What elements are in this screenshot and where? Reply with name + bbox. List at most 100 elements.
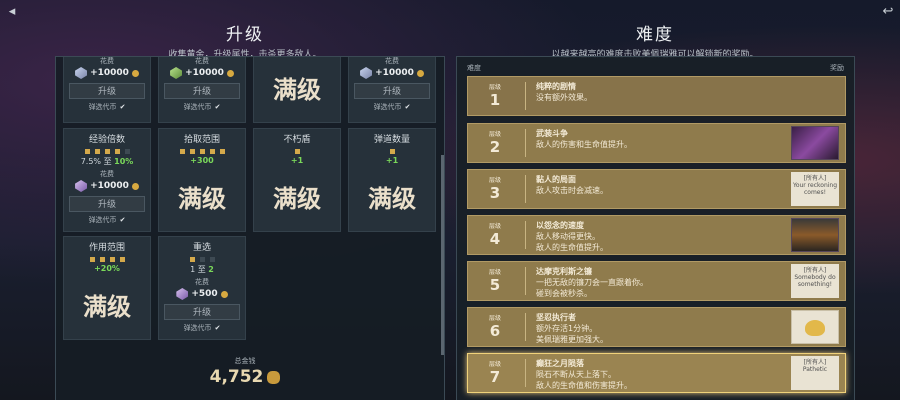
gem-icon	[170, 67, 183, 79]
difficulty-column-header: 难度	[467, 64, 481, 72]
maxed-label: 满级	[83, 293, 131, 321]
card-title: 拾取范围	[183, 135, 220, 145]
cost-label: 花费	[195, 278, 209, 286]
upgrade-card-area-of-effect: 作用范围 +20% 满级	[63, 236, 151, 340]
tier-description: 一把无敌的镰刀会一直跟着你。 碰到会被秒杀。	[536, 278, 648, 298]
maxed-label: 满级	[368, 185, 416, 213]
stat-gain: +1	[290, 156, 304, 165]
reward-column-header: 奖励	[830, 64, 844, 72]
level-pips	[159, 257, 245, 262]
difficulty-tier-5[interactable]: 层级 5 达摩克利斯之镰 一把无敌的镰刀会一直跟着你。 碰到会被秒杀。 [所有人] …	[467, 261, 846, 301]
difficulty-tier-4[interactable]: 层级 4 以怨念的速度 敌人移动得更快。 敌人的生命值提升。	[467, 215, 846, 255]
upgrade-card-reroll: 重选 1 至 2 花费 +500 升级 弹选代币 ✔	[158, 236, 246, 340]
cost-label: 花费	[100, 170, 114, 178]
stat-gain: +300	[190, 156, 214, 165]
upgrade-button[interactable]: 升级	[69, 196, 145, 212]
upgrade-title: 升级	[226, 25, 264, 45]
check-icon: ✔	[214, 103, 221, 111]
cost-value: +10000	[185, 68, 224, 78]
cost-value: +10000	[375, 68, 414, 78]
level-to: 10%	[114, 157, 134, 166]
voice-line-reward: [所有人] Pathetic	[791, 356, 839, 390]
tier-name: 坚忍执行者	[536, 313, 576, 322]
difficulty-tier-3[interactable]: 层级 3 黏人的局面 敌人攻击时会减速。 [所有人] Your reckoning …	[467, 169, 846, 209]
hero-portrait-reward	[791, 126, 839, 160]
tier-label: 层级	[488, 269, 501, 276]
coin-icon	[226, 69, 234, 77]
tier-description: 没有额外效果。	[536, 93, 592, 102]
maxed-label: 满级	[273, 76, 321, 104]
hero-model-reward	[791, 218, 839, 252]
cost-label: 花费	[100, 57, 114, 65]
token-checkbox-label: 弹选代币	[373, 103, 402, 111]
return-icon[interactable]: ↩	[880, 4, 896, 20]
tier-description: 陨石不断从天上落下。 敌人的生命值和伤害提升。	[536, 370, 632, 390]
level-pips	[64, 149, 150, 154]
tier-name: 黏人的局面	[536, 175, 576, 184]
cost-label: 花费	[385, 57, 399, 65]
difficulty-title: 难度	[636, 25, 674, 45]
cost: +500	[159, 288, 245, 300]
card-title: 经验倍数	[88, 135, 125, 145]
tier-number: 1	[489, 91, 501, 109]
coin-icon	[131, 182, 139, 190]
upgrade-panel: 花费 +10000 升级 弹选代币 ✔ 花费 +10000 升级 弹选代币 ✔ 满级…	[55, 56, 445, 400]
card-title: 弹道数量	[373, 135, 410, 145]
duck-emoticon-icon	[805, 320, 825, 336]
upgrade-card-exp-multiplier: 经验倍数 7.5% 至 10% 花费 +10000 升级 弹选代币 ✔	[63, 128, 151, 232]
back-icon[interactable]: ◂	[4, 4, 20, 20]
voice-line-reward: [所有人] Your reckoning comes!	[791, 172, 839, 206]
token-checkbox[interactable]: 弹选代币 ✔	[159, 102, 245, 112]
maxed-label: 满级	[178, 185, 226, 213]
check-icon: ✔	[214, 324, 221, 332]
tier-number: 7	[489, 368, 501, 386]
gold-bag-icon	[267, 370, 281, 384]
check-icon: ✔	[119, 103, 126, 111]
tier-label: 层级	[488, 223, 501, 230]
scrollbar[interactable]	[441, 155, 444, 355]
tier-description: 额外存活1分钟。 美佩瑞雅更加强大。	[536, 324, 608, 344]
cost-label: 花费	[195, 57, 209, 65]
difficulty-tier-7[interactable]: 层级 7 癫狂之月陨落 陨石不断从天上落下。 敌人的生命值和伤害提升。 [所有人] …	[467, 353, 846, 393]
token-checkbox[interactable]: 弹选代币 ✔	[64, 102, 150, 112]
upgrade-button[interactable]: 升级	[164, 83, 240, 99]
cost-value: +10000	[90, 68, 129, 78]
token-checkbox[interactable]: 弹选代币 ✔	[349, 102, 435, 112]
total-gold-label: 总金钱	[234, 357, 256, 365]
cost: +10000	[349, 67, 435, 79]
difficulty-tier-2[interactable]: 层级 2 武装斗争 敌人的伤害和生命值提升。	[467, 123, 846, 163]
level-pips	[254, 149, 340, 154]
token-checkbox[interactable]: 弹选代币 ✔	[64, 215, 150, 225]
coin-icon	[416, 69, 424, 77]
upgrade-button[interactable]: 升级	[69, 83, 145, 99]
card-title: 重选	[192, 243, 211, 253]
upgrade-button[interactable]: 升级	[164, 304, 240, 320]
upgrade-button[interactable]: 升级	[354, 83, 430, 99]
emoticon-reward	[791, 310, 839, 344]
tier-label: 层级	[488, 177, 501, 184]
card-title: 作用范围	[88, 243, 125, 253]
level-from: 1	[190, 265, 196, 274]
tier-description: 敌人攻击时会减速。	[536, 186, 608, 195]
level-pips	[64, 257, 150, 262]
tier-label: 层级	[488, 315, 501, 322]
cost: +10000	[159, 67, 245, 79]
gem-icon	[360, 67, 373, 79]
gem-icon	[75, 67, 88, 79]
token-checkbox-label: 弹选代币	[183, 324, 212, 332]
upgrade-card-pickup-range: 拾取范围 +300 满级	[158, 128, 246, 232]
token-checkbox[interactable]: 弹选代币 ✔	[159, 323, 245, 333]
token-checkbox-label: 弹选代币	[88, 216, 117, 224]
level-separator: 至	[197, 265, 206, 274]
check-icon: ✔	[119, 216, 126, 224]
tier-number: 5	[489, 276, 501, 294]
difficulty-tier-1[interactable]: 层级 1 纯粹的剧情 没有额外效果。	[467, 76, 846, 116]
stat-gain: +1	[385, 156, 399, 165]
tier-name: 癫狂之月陨落	[536, 359, 584, 368]
card-title: 不朽盾	[283, 135, 311, 145]
token-checkbox-label: 弹选代币	[183, 103, 212, 111]
difficulty-tier-6[interactable]: 层级 6 坚忍执行者 额外存活1分钟。 美佩瑞雅更加强大。	[467, 307, 846, 347]
gem-icon	[75, 180, 88, 192]
level-change: 1 至 2	[159, 264, 245, 275]
coin-icon	[131, 69, 139, 77]
